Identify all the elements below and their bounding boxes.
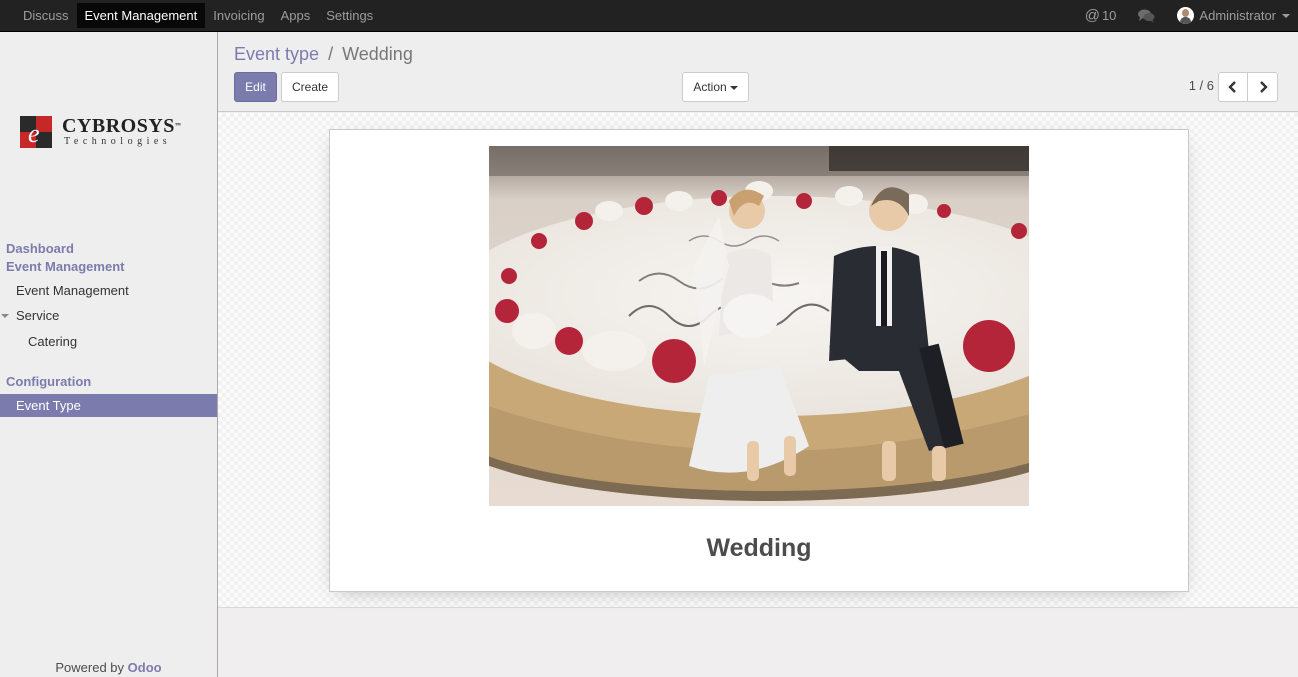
breadcrumb-parent[interactable]: Event type [234, 44, 319, 64]
control-panel: Event type / Wedding Edit Create Action … [218, 32, 1298, 112]
logo-tagline: Technologies [64, 136, 172, 147]
form-view: Wedding [218, 113, 1298, 608]
sidebar: e CYBROSYS™ Technologies Dashboard Event… [0, 32, 218, 677]
sidebar-item-event-type[interactable]: Event Type [0, 394, 217, 417]
at-icon: @ [1084, 7, 1100, 24]
svg-text:e: e [28, 119, 40, 148]
avatar [1177, 7, 1195, 24]
sidebar-item-label: Catering [28, 334, 78, 349]
menu-invoicing[interactable]: Invoicing [205, 3, 272, 28]
menu-discuss[interactable]: Discuss [15, 3, 77, 28]
logo-name: CYBROSYS [62, 115, 175, 137]
chevron-right-icon [1259, 81, 1268, 93]
event-type-image[interactable] [489, 146, 1029, 506]
action-dropdown[interactable]: Action [682, 72, 749, 102]
menu-settings[interactable]: Settings [318, 3, 381, 28]
sidebar-item-event-management[interactable]: Event Management [0, 279, 217, 302]
top-navbar: Discuss Event Management Invoicing Apps … [0, 0, 1298, 32]
sidebar-item-label: Service [16, 308, 60, 323]
pager-next-button[interactable] [1248, 72, 1278, 102]
user-menu[interactable]: Administrator [1169, 3, 1298, 28]
sidebar-item-service[interactable]: Service [0, 304, 217, 327]
action-label: Action [693, 80, 727, 94]
powered-by-text: Powered by [55, 660, 125, 675]
menu-apps[interactable]: Apps [273, 3, 319, 28]
sidebar-item-label: Event Type [16, 398, 81, 413]
app-menu: Discuss Event Management Invoicing Apps … [15, 3, 381, 28]
systray: @ 10 Administrator [1077, 3, 1298, 28]
breadcrumb-current: Wedding [342, 44, 413, 64]
breadcrumb: Event type / Wedding [234, 44, 413, 65]
chat-button[interactable] [1124, 3, 1169, 28]
chevron-left-icon [1228, 81, 1236, 93]
wedding-cake-photo [489, 146, 1029, 506]
cybrosys-logo-icon: e [20, 116, 52, 148]
pager [1218, 72, 1278, 102]
sidebar-item-catering[interactable]: Catering [0, 330, 217, 353]
sidebar-section-event-management[interactable]: Event Management [6, 259, 124, 274]
form-sheet: Wedding [329, 129, 1189, 592]
chat-bubbles-icon [1138, 9, 1155, 22]
caret-down-icon [1, 314, 9, 318]
sidebar-section-dashboard[interactable]: Dashboard [6, 241, 74, 256]
record-name: Wedding [706, 534, 812, 562]
odoo-link[interactable]: Odoo [128, 660, 162, 675]
menu-event-management[interactable]: Event Management [76, 3, 206, 28]
powered-by: Powered by Odoo [0, 660, 217, 675]
logo-tm: ™ [174, 123, 182, 129]
mentions-button[interactable]: @ 10 [1077, 3, 1125, 28]
caret-down-icon [1282, 13, 1290, 18]
sidebar-section-configuration[interactable]: Configuration [6, 374, 91, 389]
user-name: Administrator [1199, 8, 1276, 23]
sidebar-item-label: Event Management [16, 283, 129, 298]
pager-value[interactable]: 1 / 6 [1189, 78, 1214, 93]
company-logo: e CYBROSYS™ Technologies [20, 116, 181, 148]
edit-button[interactable]: Edit [234, 72, 277, 102]
create-button[interactable]: Create [281, 72, 339, 102]
pager-previous-button[interactable] [1218, 72, 1248, 102]
mentions-count: 10 [1101, 8, 1117, 23]
breadcrumb-separator: / [328, 44, 334, 64]
caret-down-icon [729, 85, 738, 90]
